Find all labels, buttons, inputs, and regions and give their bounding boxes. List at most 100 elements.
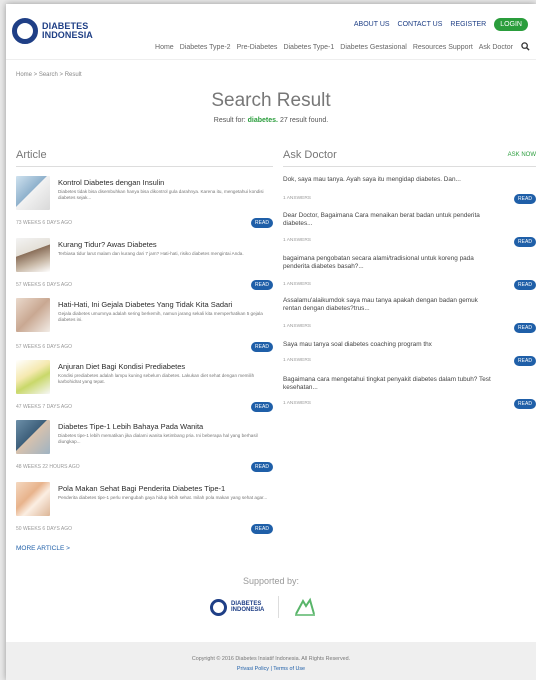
- article-title[interactable]: Kurang Tidur? Awas Diabetes: [58, 240, 157, 249]
- question-text[interactable]: Dok, saya mau tanya. Ayah saya itu mengi…: [283, 176, 493, 184]
- article-item[interactable]: Anjuran Diet Bagi Kondisi Prediabetes Ko…: [16, 360, 273, 415]
- read-button[interactable]: READ: [251, 462, 273, 472]
- page: DIABETES INDONESIA ABOUT US CONTACT US R…: [6, 4, 536, 680]
- article-item[interactable]: Pola Makan Sehat Bagi Penderita Diabetes…: [16, 482, 273, 537]
- article-title[interactable]: Anjuran Diet Bagi Kondisi Prediabetes: [58, 362, 185, 371]
- read-button[interactable]: READ: [251, 280, 273, 290]
- register-link[interactable]: REGISTER: [450, 21, 486, 28]
- article-desc: Terbiasa tidur larut malam dan kurang da…: [58, 251, 244, 256]
- answer-count: 1 ANSWERS: [283, 282, 311, 287]
- answer-count: 1 ANSWERS: [283, 401, 311, 406]
- ask-now-link[interactable]: ASK NOW: [508, 152, 536, 158]
- top-links: ABOUT US CONTACT US REGISTER LOGIN: [346, 18, 528, 31]
- question-text[interactable]: Bagaimana cara mengetahui tingkat penyak…: [283, 376, 493, 392]
- read-button[interactable]: READ: [514, 280, 536, 290]
- nav-diabetes-gestasional[interactable]: Diabetes Gestasional: [340, 44, 407, 51]
- main-nav: Home Diabetes Type-2 Pre-Diabetes Diabet…: [149, 42, 530, 53]
- article-title[interactable]: Diabetes Tipe-1 Lebih Bahaya Pada Wanita: [58, 422, 203, 431]
- breadcrumb[interactable]: Home > Search > Result: [16, 72, 82, 78]
- answer-count: 1 ANSWERS: [283, 358, 311, 363]
- article-desc: Diabetes tidak bisa disembuhkan hanya bi…: [58, 189, 264, 200]
- question-item[interactable]: Dear Doctor, Bagaimana Cara menaikan ber…: [283, 212, 536, 248]
- about-us-link[interactable]: ABOUT US: [354, 21, 390, 28]
- nav-home[interactable]: Home: [155, 44, 174, 51]
- read-button[interactable]: READ: [251, 524, 273, 534]
- result-summary: Result for: diabetes. 27 result found.: [6, 117, 536, 124]
- article-heading: Article: [16, 149, 47, 161]
- logo-divider: [278, 596, 280, 618]
- search-icon[interactable]: [521, 42, 530, 53]
- nav-diabetes-type-2[interactable]: Diabetes Type-2: [180, 44, 231, 51]
- question-item[interactable]: bagaimana pengobatan secara alami/tradis…: [283, 255, 536, 291]
- article-thumbnail[interactable]: [16, 176, 50, 210]
- article-item[interactable]: Kontrol Diabetes dengan Insulin Diabetes…: [16, 176, 273, 231]
- article-title[interactable]: Kontrol Diabetes dengan Insulin: [58, 178, 164, 187]
- question-text[interactable]: Dear Doctor, Bagaimana Cara menaikan ber…: [283, 212, 493, 228]
- read-button[interactable]: READ: [514, 323, 536, 333]
- supported-by-label: Supported by:: [242, 576, 300, 586]
- article-thumbnail[interactable]: [16, 360, 50, 394]
- terms-of-use-link[interactable]: Terms of Use: [273, 666, 305, 672]
- privacy-policy-link[interactable]: Privasi Policy: [237, 666, 269, 672]
- nav-diabetes-type-1[interactable]: Diabetes Type-1: [283, 44, 334, 51]
- article-date: 57 WEEKS 6 DAYS AGO: [16, 282, 73, 288]
- diabetes-indonesia-logo-icon: [210, 598, 227, 616]
- read-button[interactable]: READ: [514, 237, 536, 247]
- read-button[interactable]: READ: [514, 399, 536, 409]
- site-logo[interactable]: DIABETES INDONESIA: [12, 18, 93, 44]
- nav-ask-doctor[interactable]: Ask Doctor: [479, 44, 513, 51]
- article-item[interactable]: Kurang Tidur? Awas Diabetes Terbiasa tid…: [16, 238, 273, 293]
- article-title[interactable]: Pola Makan Sehat Bagi Penderita Diabetes…: [58, 484, 225, 493]
- read-button[interactable]: READ: [514, 194, 536, 204]
- read-button[interactable]: READ: [514, 356, 536, 366]
- supporter-brand-line-2: INDONESIA: [231, 607, 265, 613]
- article-desc: Penderita diabetes tipe-1 perlu mengubah…: [58, 495, 268, 500]
- ask-divider: [283, 166, 536, 167]
- answer-count: 1 ANSWERS: [283, 196, 311, 201]
- nav-resources-support[interactable]: Resources Support: [413, 44, 473, 51]
- question-text[interactable]: Saya mau tanya soal diabetes coaching pr…: [283, 341, 493, 349]
- partner-logo-icon: [295, 597, 316, 616]
- contact-us-link[interactable]: CONTACT US: [398, 21, 443, 28]
- article-item[interactable]: Diabetes Tipe-1 Lebih Bahaya Pada Wanita…: [16, 420, 273, 475]
- article-thumbnail[interactable]: [16, 420, 50, 454]
- copyright-text: Copyright © 2016 Diabetes Insiatif Indon…: [191, 656, 351, 662]
- question-item[interactable]: Saya mau tanya soal diabetes coaching pr…: [283, 341, 536, 367]
- article-title[interactable]: Hati-Hati, Ini Gejala Diabetes Yang Tida…: [58, 300, 232, 309]
- result-prefix: Result for:: [213, 117, 246, 124]
- question-text[interactable]: bagaimana pengobatan secara alami/tradis…: [283, 255, 493, 271]
- article-thumbnail[interactable]: [16, 482, 50, 516]
- nav-pre-diabetes[interactable]: Pre-Diabetes: [237, 44, 278, 51]
- read-button[interactable]: READ: [251, 402, 273, 412]
- answer-count: 1 ANSWERS: [283, 238, 311, 243]
- search-keyword: diabetes.: [247, 117, 278, 124]
- more-article-link[interactable]: MORE ARTICLE >: [16, 545, 70, 552]
- article-date: 73 WEEKS 6 DAYS AGO: [16, 220, 73, 226]
- read-button[interactable]: READ: [251, 342, 273, 352]
- article-desc: Gejala diabetes umumnya adalah sering be…: [58, 311, 263, 322]
- ask-doctor-heading: Ask Doctor: [283, 149, 337, 161]
- article-date: 57 WEEKS 6 DAYS AGO: [16, 344, 73, 350]
- article-thumbnail[interactable]: [16, 298, 50, 332]
- article-date: 50 WEEKS 6 DAYS AGO: [16, 526, 73, 532]
- read-button[interactable]: READ: [251, 218, 273, 228]
- article-date: 48 WEEKS 22 HOURS AGO: [16, 464, 80, 470]
- article-divider: [16, 166, 273, 167]
- article-desc: Kondisi prediabetes adalah lampu kuning …: [58, 373, 255, 384]
- question-item[interactable]: Bagaimana cara mengetahui tingkat penyak…: [283, 376, 536, 412]
- site-header: DIABETES INDONESIA ABOUT US CONTACT US R…: [6, 4, 536, 60]
- answer-count: 1 ANSWERS: [283, 324, 311, 329]
- question-text[interactable]: Assalamu'alaikumdok saya mau tanya apaka…: [283, 297, 493, 313]
- article-date: 47 WEEKS 7 DAYS AGO: [16, 404, 73, 410]
- question-item[interactable]: Assalamu'alaikumdok saya mau tanya apaka…: [283, 297, 536, 333]
- site-footer: Copyright © 2016 Diabetes Insiatif Indon…: [6, 642, 536, 680]
- question-item[interactable]: Dok, saya mau tanya. Ayah saya itu mengi…: [283, 176, 536, 206]
- footer-separator: |: [270, 666, 272, 672]
- page-title: Search Result: [211, 90, 331, 111]
- supporter-logos: DIABETES INDONESIA: [210, 596, 317, 618]
- result-count: 27 result found.: [279, 117, 329, 124]
- article-item[interactable]: Hati-Hati, Ini Gejala Diabetes Yang Tida…: [16, 298, 273, 353]
- article-desc: Diabetes tipe-1 lebih mematikan jika dia…: [58, 433, 258, 444]
- article-thumbnail[interactable]: [16, 238, 50, 272]
- login-button[interactable]: LOGIN: [494, 18, 528, 31]
